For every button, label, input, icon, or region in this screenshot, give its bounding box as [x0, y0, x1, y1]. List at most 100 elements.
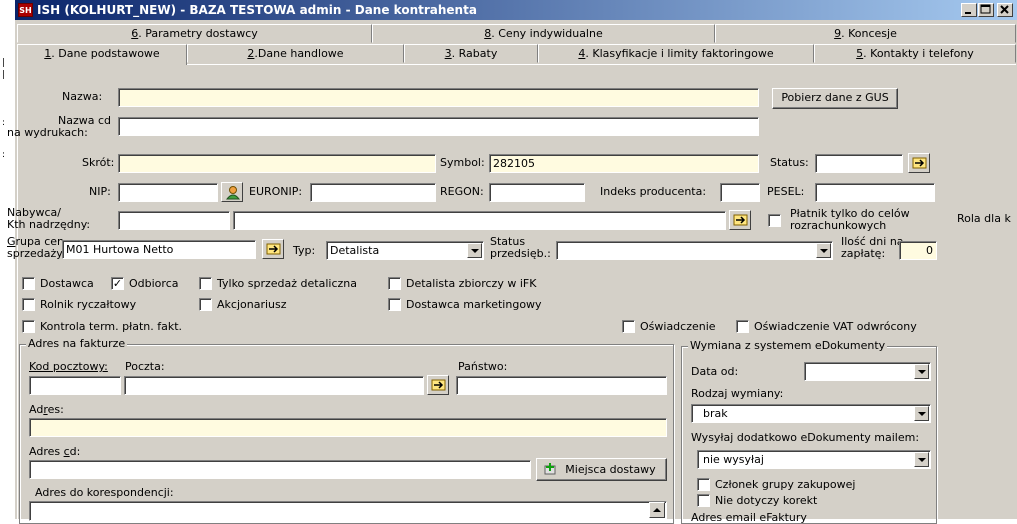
tab-ceny-indywidualne[interactable]: 8. Ceny indywidualne — [372, 24, 715, 43]
wysylaj-label: Wysyłaj dodatkowo eDokumenty mailem: — [691, 431, 920, 444]
czlonek-grupy-label: Członek grupy zakupowej — [715, 478, 856, 491]
nip-label: NIP: — [89, 185, 111, 198]
dostawca-label: Dostawca — [40, 277, 94, 290]
close-button[interactable] — [997, 3, 1013, 17]
typ-label: Typ: — [293, 244, 316, 257]
symbol-input[interactable]: 282105 — [489, 154, 759, 173]
tab-kontakty[interactable]: 5. Kontakty i telefony — [814, 44, 1016, 63]
tylko-detal-checkbox[interactable] — [199, 277, 212, 290]
data-od-select[interactable] — [804, 362, 931, 381]
tab-klasyfikacje[interactable]: 4. Klasyfikacje i limity faktoringowe — [538, 44, 814, 63]
typ-select[interactable]: Detalista — [326, 241, 484, 260]
grupa-lookup-button[interactable] — [262, 239, 284, 259]
maximize-icon — [980, 4, 991, 14]
tab-koncesje[interactable]: 9. Koncesje — [715, 24, 1016, 43]
euronip-input[interactable] — [310, 183, 436, 202]
kontrola-label: Kontrola term. płatn. fakt. — [40, 320, 183, 333]
miejsca-dostawy-button[interactable]: Miejsca dostawy — [536, 458, 667, 481]
lookup-icon — [266, 243, 281, 255]
gus-button[interactable]: Pobierz dane z GUS — [772, 88, 898, 109]
minimize-button[interactable] — [961, 3, 977, 17]
korespondencja-input[interactable] — [29, 501, 667, 521]
odbiorca-label: Odbiorca — [129, 277, 179, 290]
oswiadczenie-checkbox[interactable] — [622, 320, 635, 333]
nazwa-input[interactable] — [118, 88, 759, 107]
chevron-down-icon[interactable] — [816, 243, 831, 258]
maximize-button[interactable] — [978, 3, 994, 17]
grupa-label-2: sprzedaży: — [7, 247, 66, 260]
nazwa-cd-input[interactable] — [118, 117, 759, 136]
adres-email-label: Adres email eFaktury — [691, 511, 807, 524]
chevron-down-icon[interactable] — [467, 243, 482, 258]
nip-person-button[interactable] — [221, 182, 243, 202]
rodzaj-label: Rodzaj wymiany: — [691, 387, 784, 400]
chevron-down-icon[interactable] — [914, 452, 929, 467]
ilosc-label-2: zapłatę: — [841, 247, 886, 260]
nazwa-cd-label-2: na wydrukach: — [7, 126, 88, 139]
detalista-zbiorczy-checkbox[interactable] — [388, 277, 401, 290]
app-icon: SH — [18, 3, 33, 17]
adres-label: Adres: — [29, 403, 64, 416]
chevron-down-icon[interactable] — [914, 406, 929, 421]
platnik-checkbox[interactable] — [768, 214, 781, 227]
pesel-input[interactable] — [815, 183, 935, 202]
akcjonariusz-checkbox[interactable] — [199, 298, 212, 311]
skrot-input[interactable] — [118, 154, 436, 173]
dostawca-checkbox[interactable] — [22, 277, 35, 290]
minimize-icon — [965, 12, 971, 14]
status-input[interactable] — [815, 154, 903, 173]
kod-label: Kod pocztowy: — [29, 360, 108, 373]
tab-parametry-dostawcy[interactable]: 6. Parametry dostawcy — [17, 24, 372, 43]
adres-cd-input[interactable] — [29, 460, 531, 479]
poczta-lookup-button[interactable] — [427, 375, 449, 395]
oswiadczenie-vat-label: Oświadczenie VAT odwrócony — [754, 320, 917, 333]
status-lookup-button[interactable] — [908, 153, 930, 173]
status-przed-select[interactable] — [556, 241, 833, 260]
adres-input[interactable] — [29, 418, 667, 437]
rodzaj-select[interactable]: brak — [691, 404, 931, 423]
akcjonariusz-label: Akcjonariusz — [217, 298, 287, 311]
regon-label: REGON: — [440, 185, 484, 198]
nip-input[interactable] — [118, 183, 218, 202]
euronip-label: EURONIP: — [249, 185, 303, 198]
wysylaj-select[interactable]: nie wysyłaj — [697, 450, 931, 469]
oswiadczenie-vat-checkbox[interactable] — [736, 320, 749, 333]
nabywca-name-input[interactable] — [233, 211, 726, 230]
lookup-icon — [912, 157, 927, 169]
tab-dane-podstawowe[interactable]: 1. Dane podstawowe — [17, 44, 187, 65]
rola-label: Rola dla k — [957, 212, 1011, 225]
kod-input[interactable] — [29, 376, 121, 395]
title-bar[interactable]: SH ISH (KOLHURT_NEW) - BAZA TESTOWA admi… — [15, 0, 1017, 20]
grupa-input[interactable]: M01 Hurtowa Netto — [62, 240, 256, 259]
dostawca-marketingowy-checkbox[interactable] — [388, 298, 401, 311]
rolnik-checkbox[interactable] — [22, 298, 35, 311]
odbiorca-checkbox[interactable]: ✓ — [111, 277, 124, 290]
rolnik-label: Rolnik ryczałtowy — [40, 298, 137, 311]
tab-dane-handlowe[interactable]: 2.Dane handlowe — [187, 44, 404, 63]
window-title: ISH (KOLHURT_NEW) - BAZA TESTOWA admin -… — [37, 3, 477, 17]
lookup-icon — [431, 379, 446, 391]
customer-data-window: SH ISH (KOLHURT_NEW) - BAZA TESTOWA admi… — [7, 0, 1017, 524]
kontrola-checkbox[interactable] — [22, 320, 35, 333]
poczta-label: Poczta: — [125, 360, 165, 373]
data-od-label: Data od: — [691, 365, 739, 378]
czlonek-grupy-checkbox[interactable] — [697, 478, 710, 491]
detalista-zbiorczy-label: Detalista zbiorczy w iFK — [406, 277, 537, 290]
nabywca-label-2: Kth nadrzędny: — [7, 218, 91, 231]
tab-rabaty[interactable]: 3. Rabaty — [404, 44, 538, 63]
adres-cd-label: Adres cd: — [29, 445, 81, 458]
lookup-icon — [733, 214, 748, 226]
regon-input[interactable] — [489, 183, 585, 202]
panstwo-input[interactable] — [456, 376, 667, 395]
tylko-detal-label: Tylko sprzedaż detaliczna — [217, 277, 357, 290]
nabywca-lookup-button[interactable] — [729, 210, 751, 230]
person-icon — [225, 186, 241, 200]
poczta-input[interactable] — [124, 376, 424, 395]
indeks-input[interactable] — [720, 183, 760, 202]
nabywca-code-input[interactable] — [118, 211, 230, 230]
nie-dotyczy-korekt-checkbox[interactable] — [697, 494, 710, 507]
address-group-title: Adres na fakturze — [26, 337, 128, 350]
scroll-up-button[interactable] — [649, 502, 665, 518]
chevron-down-icon[interactable] — [914, 364, 929, 379]
ilosc-input[interactable]: 0 — [899, 241, 937, 260]
